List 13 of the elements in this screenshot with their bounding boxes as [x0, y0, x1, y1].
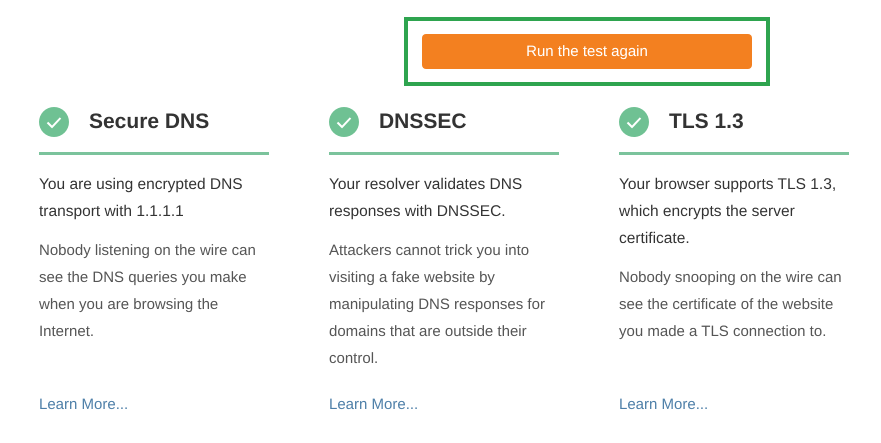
- check-summary: You are using encrypted DNS transport with 1.1.1.1: [39, 175, 244, 222]
- check-title: Secure DNS: [89, 110, 210, 134]
- check-detail: Attackers cannot trick you into visiting a fake website by manipulating DNS responses for domains that are outside their control.: [329, 241, 546, 369]
- check-title: DNSSEC: [379, 110, 467, 134]
- run-test-button[interactable]: Run the test again: [422, 34, 752, 69]
- learn-more-link[interactable]: Learn More...: [619, 396, 708, 413]
- check-detail: Nobody listening on the wire can see the DNS queries you make when you are browsing the Internet.: [39, 241, 257, 342]
- learn-more-link[interactable]: Learn More...: [329, 396, 418, 413]
- check-detail: Nobody snooping on the wire can see the certificate of the website you made a TLS connection to.: [619, 268, 843, 342]
- check-title: TLS 1.3: [669, 110, 744, 134]
- check-summary: Your resolver validates DNS responses with DNSSEC.: [329, 175, 524, 222]
- learn-more-link[interactable]: Learn More...: [39, 396, 128, 413]
- check-summary: Your browser supports TLS 1.3, which encrypts the server certificate.: [619, 175, 838, 249]
